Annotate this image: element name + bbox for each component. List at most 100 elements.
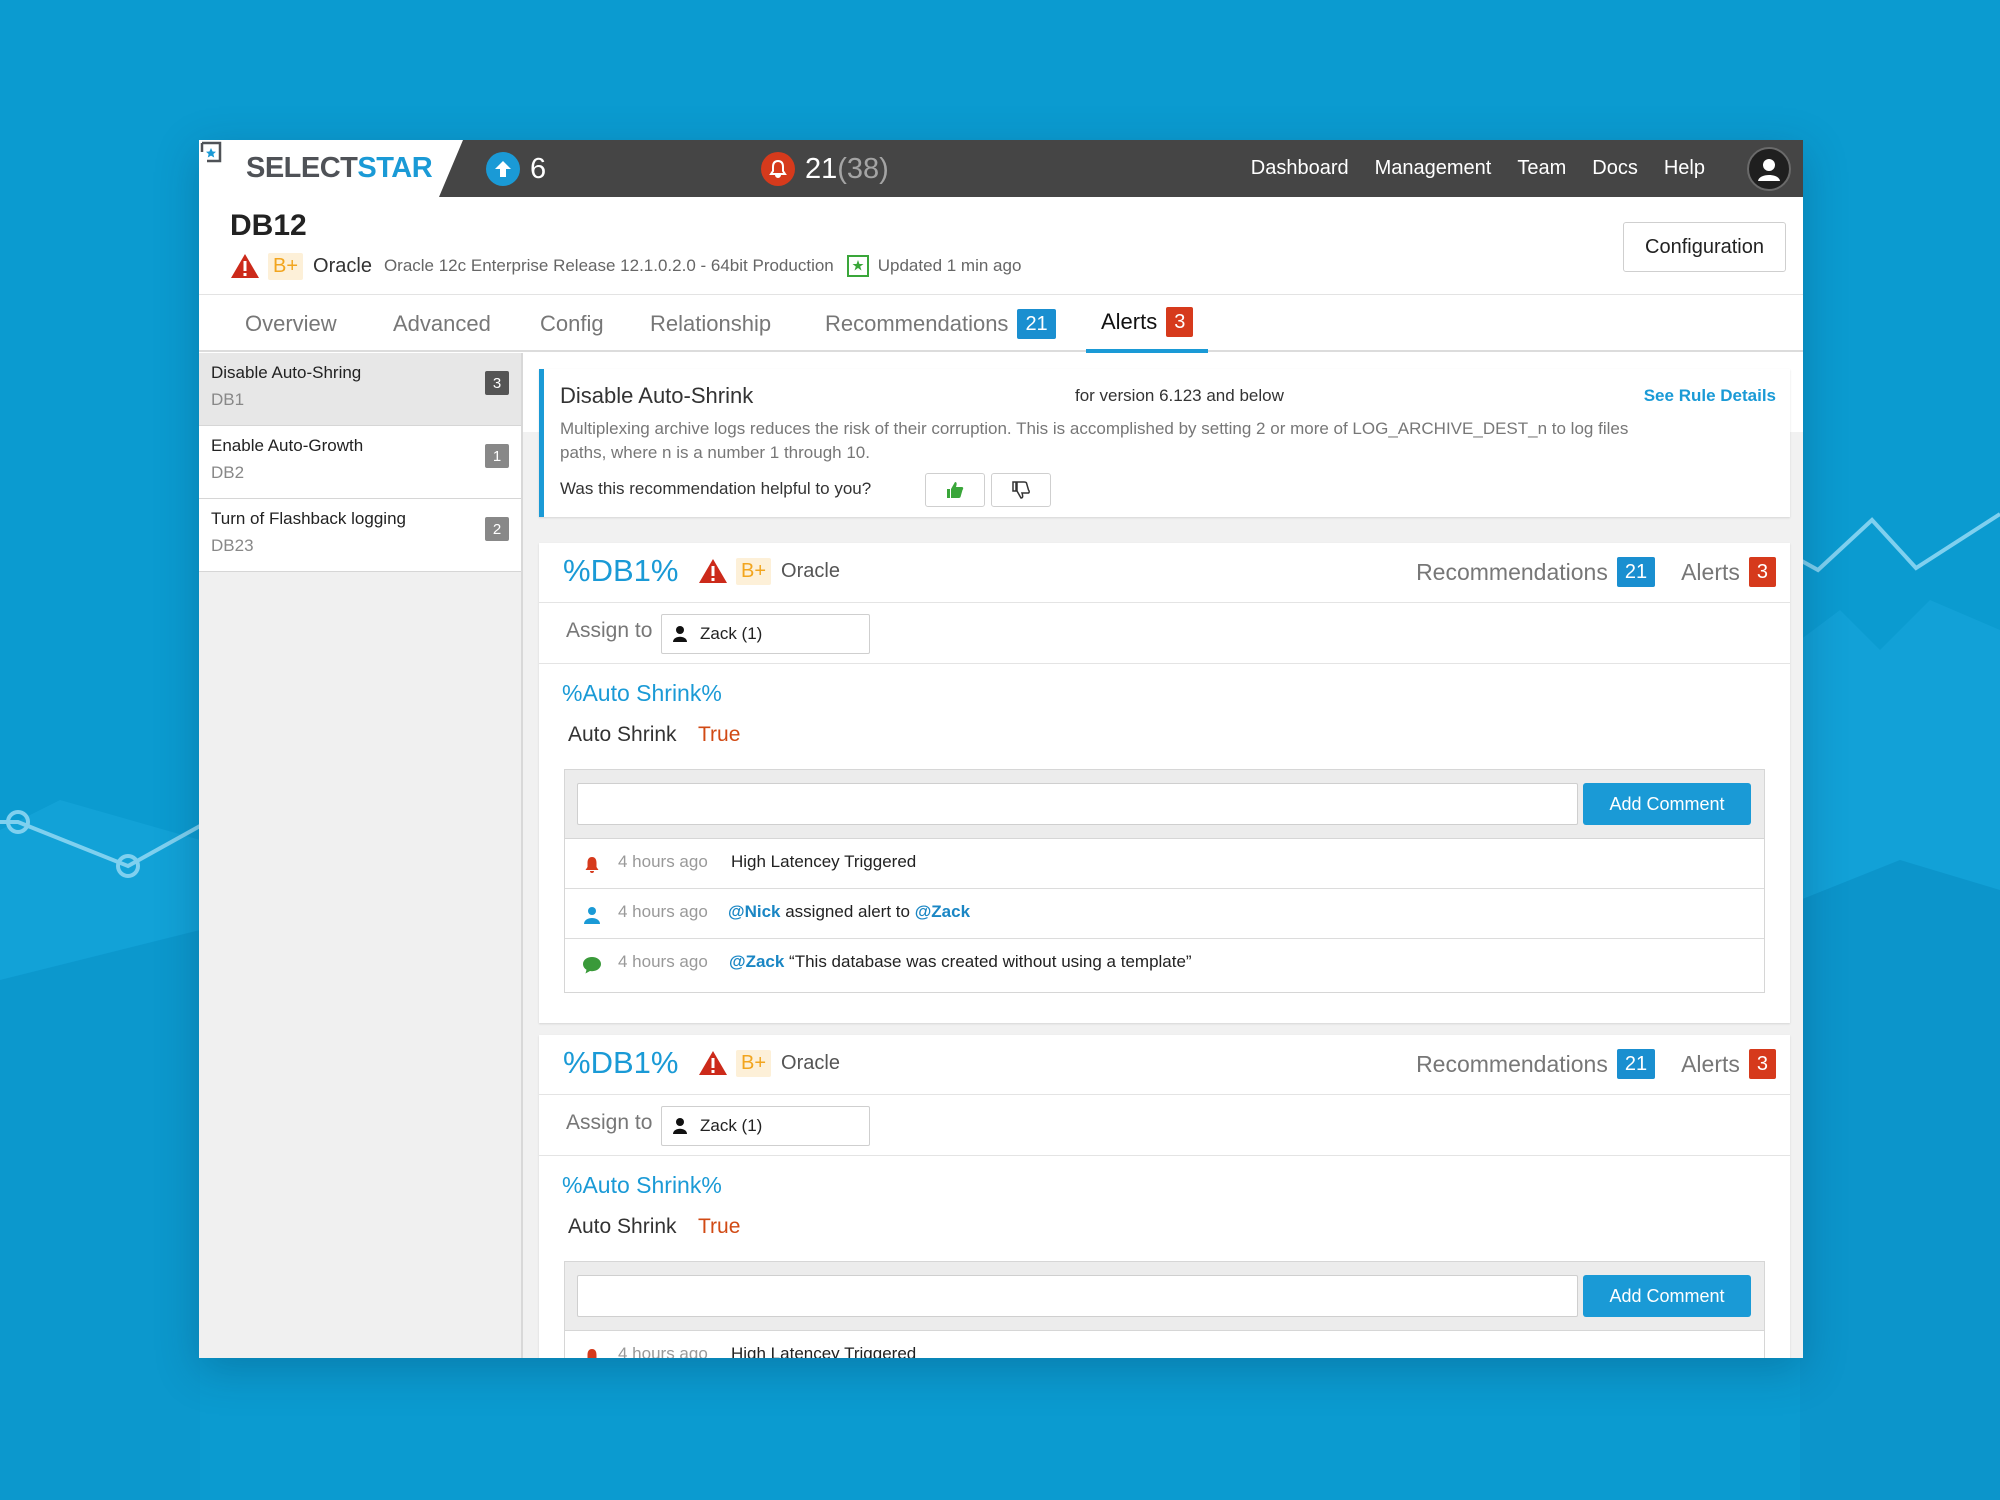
- db-name-link[interactable]: %DB1%: [563, 1045, 678, 1081]
- upgrade-count: 6: [530, 152, 547, 185]
- assign-label: Assign to: [566, 1111, 653, 1134]
- assignee-select[interactable]: Zack (1): [661, 1106, 870, 1146]
- activity-text: @Nick assigned alert to @Zack: [728, 902, 970, 922]
- thumbs-up-icon: [947, 482, 964, 498]
- tab-label: Relationship: [650, 311, 772, 336]
- nav-help[interactable]: Help: [1664, 157, 1705, 180]
- comment-input[interactable]: [577, 1275, 1578, 1317]
- activity-time: 4 hours ago: [618, 902, 708, 921]
- alert-stat[interactable]: 21 (38): [761, 150, 889, 188]
- db-alert-card: %DB1% B+ Oracle Recommendations 21 Alert…: [539, 1035, 1790, 1358]
- assign-row: Assign to Zack (1): [539, 1095, 1790, 1156]
- warning-icon: [699, 1051, 727, 1075]
- alert-list-sidebar: Disable Auto-Shring DB1 3 Enable Auto-Gr…: [199, 353, 523, 1358]
- assignee-value: Zack (1): [700, 624, 763, 643]
- thumbs-down-icon: [1012, 481, 1030, 499]
- top-bar: SELECTSTAR 6 21 (38) Dashboard Management…: [199, 140, 1803, 197]
- activity-time: 4 hours ago: [618, 1344, 708, 1358]
- sidebar-item-count: 1: [485, 444, 509, 468]
- alert-total: (38): [837, 152, 889, 185]
- nav-docs[interactable]: Docs: [1592, 157, 1638, 180]
- tab-label: Recommendations: [825, 311, 1009, 336]
- comment-input[interactable]: [577, 783, 1578, 825]
- rule-title: Disable Auto-Shrink: [560, 383, 754, 408]
- sidebar-item[interactable]: Disable Auto-Shring DB1 3: [199, 353, 521, 426]
- tab-relationship[interactable]: Relationship: [650, 295, 771, 353]
- user-icon: [673, 1118, 687, 1134]
- tab-label: Config: [540, 311, 604, 336]
- recommendations-count-badge: 21: [1017, 309, 1056, 339]
- alerts-link[interactable]: Alerts: [1681, 1051, 1740, 1078]
- card-header: %DB1% B+ Oracle Recommendations 21 Alert…: [539, 1035, 1790, 1095]
- db-release: Oracle 12c Enterprise Release 12.1.0.2.0…: [383, 256, 834, 275]
- activity-text-body: assigned alert to: [780, 902, 915, 921]
- user-avatar-icon[interactable]: [1747, 147, 1791, 191]
- activity-item: 4 hours ago @Zack “This database was cre…: [565, 939, 1764, 989]
- user-icon: [584, 907, 600, 924]
- section-title: %Auto Shrink%: [562, 680, 722, 706]
- see-rule-details-link[interactable]: See Rule Details: [1644, 386, 1776, 406]
- nav-management[interactable]: Management: [1375, 157, 1492, 180]
- grade-badge: B+: [736, 1049, 772, 1077]
- alerts-count-badge: 3: [1748, 1049, 1776, 1079]
- tab-advanced[interactable]: Advanced: [393, 295, 491, 353]
- assignee-value: Zack (1): [700, 1116, 763, 1135]
- nav-team[interactable]: Team: [1517, 157, 1566, 180]
- comment-panel: Add Comment 4 hours ago High Latencey Tr…: [564, 769, 1765, 993]
- warning-icon: [231, 254, 259, 278]
- tab-config[interactable]: Config: [540, 295, 604, 353]
- card-db-meta: B+ Oracle: [698, 1045, 840, 1081]
- activity-item: 4 hours ago High Latencey Triggered: [565, 839, 1764, 889]
- logo-mark-icon: [200, 141, 222, 163]
- helpful-question: Was this recommendation helpful to you?: [560, 479, 872, 498]
- db-type: Oracle: [781, 1051, 840, 1074]
- db-name-link[interactable]: %DB1%: [563, 553, 678, 589]
- activity-time: 4 hours ago: [618, 852, 708, 871]
- tab-alerts[interactable]: Alerts 3: [1086, 295, 1209, 353]
- recommendations-link[interactable]: Recommendations: [1416, 559, 1608, 586]
- mention-link[interactable]: @Zack: [729, 952, 784, 971]
- tab-overview[interactable]: Overview: [245, 295, 337, 353]
- sidebar-item-db: DB1: [211, 390, 245, 409]
- assign-label: Assign to: [566, 619, 653, 642]
- assignee-select[interactable]: Zack (1): [661, 614, 870, 654]
- grade-badge: B+: [268, 252, 304, 280]
- sidebar-item-title: Enable Auto-Growth: [211, 436, 364, 455]
- mention-link[interactable]: @Zack: [915, 902, 970, 921]
- add-comment-button[interactable]: Add Comment: [1583, 1275, 1751, 1317]
- thumbs-up-button[interactable]: [925, 473, 985, 507]
- comment-icon: [583, 957, 601, 974]
- add-comment-button[interactable]: Add Comment: [1583, 783, 1751, 825]
- thumbs-down-button[interactable]: [991, 473, 1051, 507]
- rule-description: Multiplexing archive logs reduces the ri…: [560, 419, 1629, 462]
- tab-label: Advanced: [393, 311, 491, 336]
- recommendations-link[interactable]: Recommendations: [1416, 1051, 1608, 1078]
- assign-row: Assign to Zack (1): [539, 603, 1790, 664]
- configuration-button[interactable]: Configuration: [1623, 222, 1786, 272]
- sidebar-item[interactable]: Turn of Flashback logging DB23 2: [199, 499, 521, 572]
- logo-prefix: SELECT: [246, 152, 358, 184]
- nav-dashboard[interactable]: Dashboard: [1251, 157, 1349, 180]
- tab-label: Overview: [245, 311, 337, 336]
- sidebar-item-db: DB2: [211, 463, 245, 482]
- logo-suffix: STAR: [357, 152, 433, 184]
- grade-badge: B+: [736, 557, 772, 585]
- sidebar-item[interactable]: Enable Auto-Growth DB2 1: [199, 426, 521, 499]
- db-meta: B+ Oracle Oracle 12c Enterprise Release …: [230, 251, 1021, 281]
- mention-link[interactable]: @Nick: [728, 902, 781, 921]
- updated-star-icon: [846, 255, 869, 277]
- db-alert-card: %DB1% B+ Oracle Recommendations 21 Alert…: [539, 543, 1790, 1023]
- alerts-link[interactable]: Alerts: [1681, 559, 1740, 586]
- card-counts: Recommendations 21 Alerts 3: [1416, 1049, 1776, 1079]
- logo[interactable]: SELECTSTAR: [199, 140, 463, 197]
- main-content: Disable Auto-Shrink for version 6.123 an…: [525, 353, 1803, 1358]
- recommendations-count-badge: 21: [1616, 557, 1656, 587]
- comment-form: Add Comment: [565, 1262, 1764, 1331]
- tab-recommendations[interactable]: Recommendations 21: [825, 295, 1056, 353]
- sidebar-item-count: 2: [485, 517, 509, 541]
- bell-icon: [761, 152, 795, 186]
- upgrade-stat[interactable]: 6: [486, 150, 546, 188]
- setting-key: Auto Shrink: [568, 1215, 677, 1238]
- activity-text: @Zack “This database was created without…: [729, 952, 1192, 972]
- bell-icon: [585, 857, 599, 873]
